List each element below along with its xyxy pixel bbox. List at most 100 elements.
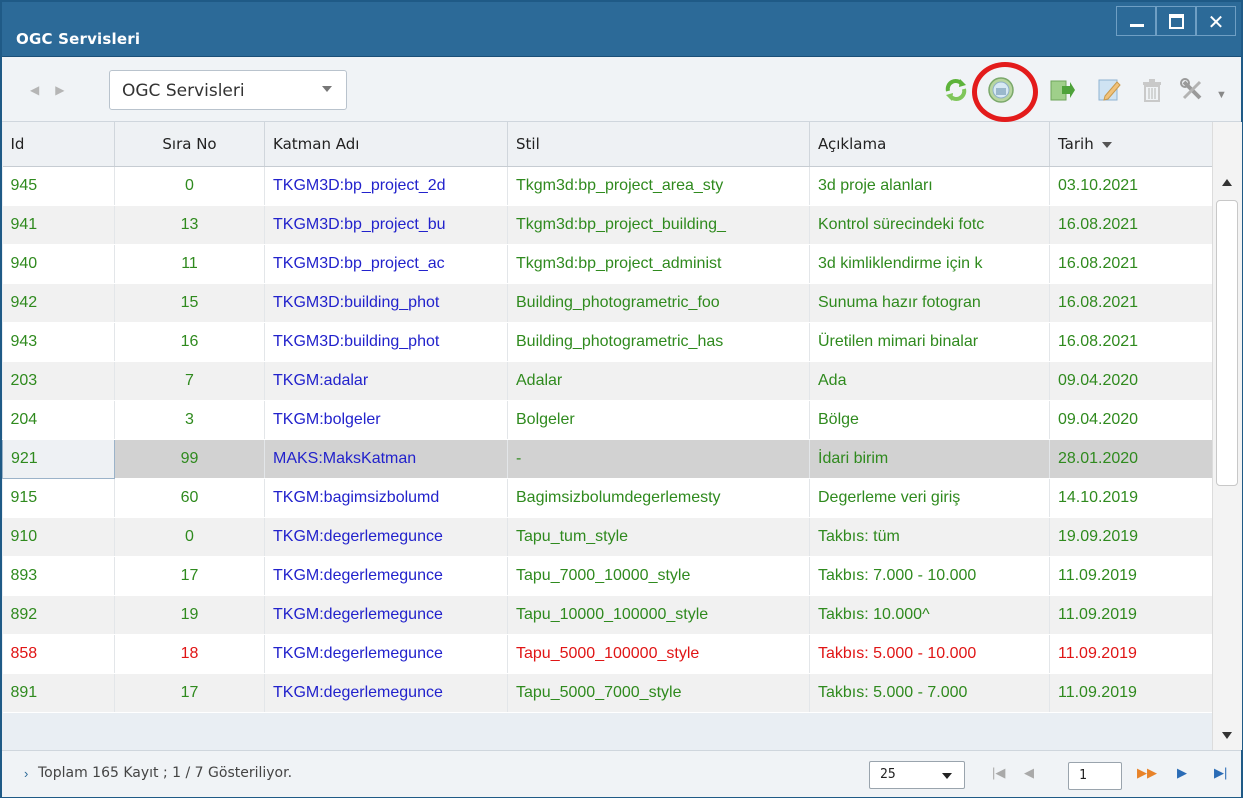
- cell-tarih[interactable]: 09.04.2020: [1049, 400, 1213, 440]
- sort-descending-icon[interactable]: [1101, 141, 1112, 148]
- cell-stil[interactable]: Adalar: [507, 361, 810, 401]
- cell-aciklama[interactable]: İdari birim: [809, 439, 1050, 479]
- cell-id[interactable]: 943: [2, 322, 115, 362]
- cell-katman-adi[interactable]: TKGM:degerlemegunce: [264, 673, 508, 713]
- cell-stil[interactable]: Tapu_7000_10000_style: [507, 556, 810, 596]
- cell-katman-adi[interactable]: TKGM3D:building_phot: [264, 283, 508, 323]
- cell-aciklama[interactable]: Ada: [809, 361, 1050, 401]
- cell-id[interactable]: 941: [2, 205, 115, 245]
- table-row[interactable]: 940 11 TKGM3D:bp_project_ac Tkgm3d:bp_proje…: [2, 244, 1213, 284]
- cell-katman-adi[interactable]: TKGM3D:building_phot: [264, 322, 508, 362]
- cell-stil[interactable]: -: [507, 439, 810, 479]
- cell-id[interactable]: 910: [2, 517, 115, 557]
- cell-katman-adi[interactable]: TKGM:bolgeler: [264, 400, 508, 440]
- cell-stil[interactable]: Bolgeler: [507, 400, 810, 440]
- table-row[interactable]: 943 16 TKGM3D:building_phot Building_photog…: [2, 322, 1213, 362]
- cell-id[interactable]: 940: [2, 244, 115, 284]
- cell-tarih[interactable]: 28.01.2020: [1049, 439, 1213, 479]
- cell-stil[interactable]: Tapu_5000_7000_style: [507, 673, 810, 713]
- cell-sira-no[interactable]: 17: [114, 556, 265, 596]
- cell-sira-no[interactable]: 17: [114, 673, 265, 713]
- cell-aciklama[interactable]: Sunuma hazır fotogran: [809, 283, 1050, 323]
- cell-katman-adi[interactable]: TKGM:adalar: [264, 361, 508, 401]
- table-row[interactable]: 204 3 TKGM:bolgeler Bolgeler Bölge 09.04.2020: [2, 400, 1213, 440]
- cell-stil[interactable]: Tapu_10000_100000_style: [507, 595, 810, 635]
- cell-id[interactable]: 893: [2, 556, 115, 596]
- column-header-id[interactable]: Id: [2, 122, 115, 167]
- cell-stil[interactable]: Tapu_tum_style: [507, 517, 810, 557]
- cell-sira-no[interactable]: 0: [114, 517, 265, 557]
- close-icon[interactable]: ✕: [1196, 6, 1236, 36]
- cell-id[interactable]: 921: [2, 439, 115, 479]
- cell-aciklama[interactable]: 3d kimliklendirme için k: [809, 244, 1050, 284]
- column-header-aciklama[interactable]: Açıklama: [809, 122, 1050, 167]
- column-header-katman-adi[interactable]: Katman Adı: [264, 122, 508, 167]
- cell-id[interactable]: 892: [2, 595, 115, 635]
- cell-aciklama[interactable]: Üretilen mimari binalar: [809, 322, 1050, 362]
- cell-aciklama[interactable]: Takbıs: tüm: [809, 517, 1050, 557]
- service-select[interactable]: OGC Servisleri: [109, 70, 347, 110]
- next-page-icon[interactable]: ▶: [1177, 765, 1187, 781]
- prev-page-icon[interactable]: ◀: [1024, 765, 1034, 781]
- cell-id[interactable]: 203: [2, 361, 115, 401]
- edit-icon[interactable]: [1095, 76, 1123, 104]
- cell-aciklama[interactable]: 3d proje alanları: [809, 166, 1050, 206]
- table-row[interactable]: 945 0 TKGM3D:bp_project_2d Tkgm3d:bp_projec…: [2, 166, 1213, 206]
- cell-id[interactable]: 204: [2, 400, 115, 440]
- cell-katman-adi[interactable]: TKGM:degerlemegunce: [264, 556, 508, 596]
- refresh-icon[interactable]: [942, 76, 970, 104]
- cell-tarih[interactable]: 16.08.2021: [1049, 244, 1213, 284]
- scroll-up-icon[interactable]: [1222, 179, 1232, 186]
- cell-stil[interactable]: Tkgm3d:bp_project_area_sty: [507, 166, 810, 206]
- cell-tarih[interactable]: 11.09.2019: [1049, 556, 1213, 596]
- column-header-sira-no[interactable]: Sıra No: [114, 122, 265, 167]
- table-row[interactable]: 893 17 TKGM:degerlemegunce Tapu_7000_10000_…: [2, 556, 1213, 596]
- cell-tarih[interactable]: 11.09.2019: [1049, 673, 1213, 713]
- cell-aciklama[interactable]: Takbıs: 5.000 - 10.000: [809, 634, 1050, 674]
- cell-katman-adi[interactable]: TKGM3D:bp_project_ac: [264, 244, 508, 284]
- cell-tarih[interactable]: 03.10.2021: [1049, 166, 1213, 206]
- cell-katman-adi[interactable]: TKGM:bagimsizbolumd: [264, 478, 508, 518]
- minimize-icon[interactable]: [1116, 6, 1156, 36]
- cell-sira-no[interactable]: 13: [114, 205, 265, 245]
- cell-aciklama[interactable]: Takbıs: 5.000 - 7.000: [809, 673, 1050, 713]
- cell-katman-adi[interactable]: TKGM:degerlemegunce: [264, 634, 508, 674]
- cell-id[interactable]: 942: [2, 283, 115, 323]
- cell-sira-no[interactable]: 11: [114, 244, 265, 284]
- table-row[interactable]: 921 99 MAKS:MaksKatman - İdari birim 28.01.20…: [2, 439, 1213, 479]
- tools-icon[interactable]: [1178, 76, 1206, 104]
- chevron-left-icon[interactable]: ◀: [30, 83, 55, 97]
- cell-tarih[interactable]: 14.10.2019: [1049, 478, 1213, 518]
- cell-aciklama[interactable]: Bölge: [809, 400, 1050, 440]
- cell-sira-no[interactable]: 15: [114, 283, 265, 323]
- scrollbar-thumb[interactable]: [1216, 200, 1238, 486]
- cell-katman-adi[interactable]: TKGM3D:bp_project_2d: [264, 166, 508, 206]
- cell-stil[interactable]: Tkgm3d:bp_project_administ: [507, 244, 810, 284]
- cell-katman-adi[interactable]: MAKS:MaksKatman: [264, 439, 508, 479]
- trash-icon[interactable]: [1138, 76, 1166, 104]
- cell-sira-no[interactable]: 18: [114, 634, 265, 674]
- cell-sira-no[interactable]: 0: [114, 166, 265, 206]
- table-row[interactable]: 892 19 TKGM:degerlemegunce Tapu_10000_10000…: [2, 595, 1213, 635]
- cell-katman-adi[interactable]: TKGM:degerlemegunce: [264, 517, 508, 557]
- cell-stil[interactable]: Tapu_5000_100000_style: [507, 634, 810, 674]
- cell-tarih[interactable]: 19.09.2019: [1049, 517, 1213, 557]
- column-header-stil[interactable]: Stil: [507, 122, 810, 167]
- cell-sira-no[interactable]: 19: [114, 595, 265, 635]
- cell-tarih[interactable]: 11.09.2019: [1049, 595, 1213, 635]
- scroll-down-icon[interactable]: [1222, 732, 1232, 739]
- cell-stil[interactable]: Building_photogrametric_foo: [507, 283, 810, 323]
- table-row[interactable]: 891 17 TKGM:degerlemegunce Tapu_5000_7000_s…: [2, 673, 1213, 713]
- cell-stil[interactable]: Bagimsizbolumdegerlemesty: [507, 478, 810, 518]
- cell-aciklama[interactable]: Takbıs: 10.000^: [809, 595, 1050, 635]
- column-header-tarih[interactable]: Tarih: [1049, 122, 1213, 167]
- tools-menu-caret-icon[interactable]: ▼: [1216, 89, 1227, 101]
- chevron-right-icon[interactable]: ▶: [55, 83, 80, 97]
- cell-katman-adi[interactable]: TKGM3D:bp_project_bu: [264, 205, 508, 245]
- cell-aciklama[interactable]: Degerleme veri giriş: [809, 478, 1050, 518]
- cell-sira-no[interactable]: 16: [114, 322, 265, 362]
- cell-id[interactable]: 945: [2, 166, 115, 206]
- cell-stil[interactable]: Tkgm3d:bp_project_building_: [507, 205, 810, 245]
- cell-tarih[interactable]: 16.08.2021: [1049, 322, 1213, 362]
- maximize-icon[interactable]: [1156, 6, 1196, 36]
